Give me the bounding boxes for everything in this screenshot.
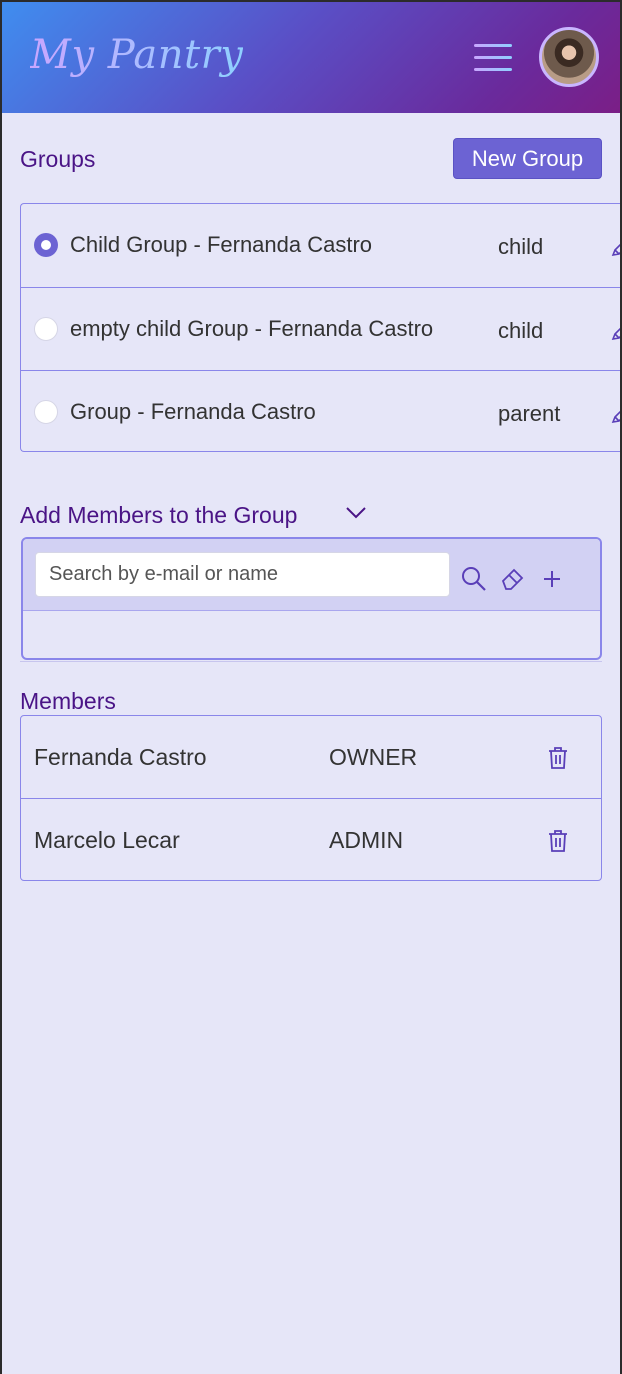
app-header: My Pantry — [0, 0, 622, 113]
member-name: Marcelo Lecar — [34, 827, 180, 853]
add-members-title[interactable]: Add Members to the Group — [20, 502, 297, 529]
eraser-icon[interactable] — [500, 566, 526, 592]
member-role: OWNER — [329, 744, 418, 770]
edit-icon[interactable] — [611, 322, 622, 342]
group-name: Group - Fernanda Castro — [70, 399, 316, 424]
member-name: Fernanda Castro — [34, 744, 207, 770]
user-avatar[interactable] — [539, 27, 599, 87]
group-name: Child Group - Fernanda Castro — [70, 232, 373, 257]
members-title: Members — [20, 688, 116, 714]
section-divider — [20, 661, 602, 662]
edit-icon[interactable] — [611, 238, 622, 258]
new-group-button[interactable]: New Group — [453, 138, 602, 179]
member-row: Marcelo Lecar ADMIN — [21, 798, 601, 880]
group-type: parent — [498, 401, 561, 426]
groups-list: Child Group - Fernanda Castro child empt… — [20, 203, 622, 452]
trash-icon[interactable] — [547, 746, 569, 770]
edit-icon[interactable] — [611, 405, 622, 425]
group-radio[interactable] — [34, 233, 58, 257]
plus-icon[interactable] — [539, 566, 565, 592]
member-search-input[interactable] — [35, 552, 450, 597]
group-row[interactable]: Group - Fernanda Castro parent — [21, 370, 622, 453]
trash-icon[interactable] — [547, 829, 569, 853]
group-type: child — [498, 318, 544, 343]
groups-title: Groups — [20, 146, 96, 172]
chevron-down-icon[interactable] — [345, 504, 367, 520]
group-row[interactable]: empty child Group - Fernanda Castro chil… — [21, 287, 622, 370]
group-row[interactable]: Child Group - Fernanda Castro child — [21, 204, 622, 287]
member-row: Fernanda Castro OWNER — [21, 716, 601, 798]
add-members-toolbar — [23, 539, 600, 611]
hamburger-menu-icon[interactable] — [474, 42, 514, 74]
members-list: Fernanda Castro OWNER Marcelo Lecar ADMI… — [20, 715, 602, 881]
group-type: child — [498, 234, 544, 259]
group-radio[interactable] — [34, 317, 58, 341]
add-members-panel — [21, 537, 602, 660]
app-title[interactable]: My Pantry — [30, 32, 243, 78]
group-radio[interactable] — [34, 400, 58, 424]
search-icon[interactable] — [461, 566, 487, 592]
group-name: empty child Group - Fernanda Castro — [70, 316, 434, 341]
member-role: ADMIN — [329, 827, 404, 853]
